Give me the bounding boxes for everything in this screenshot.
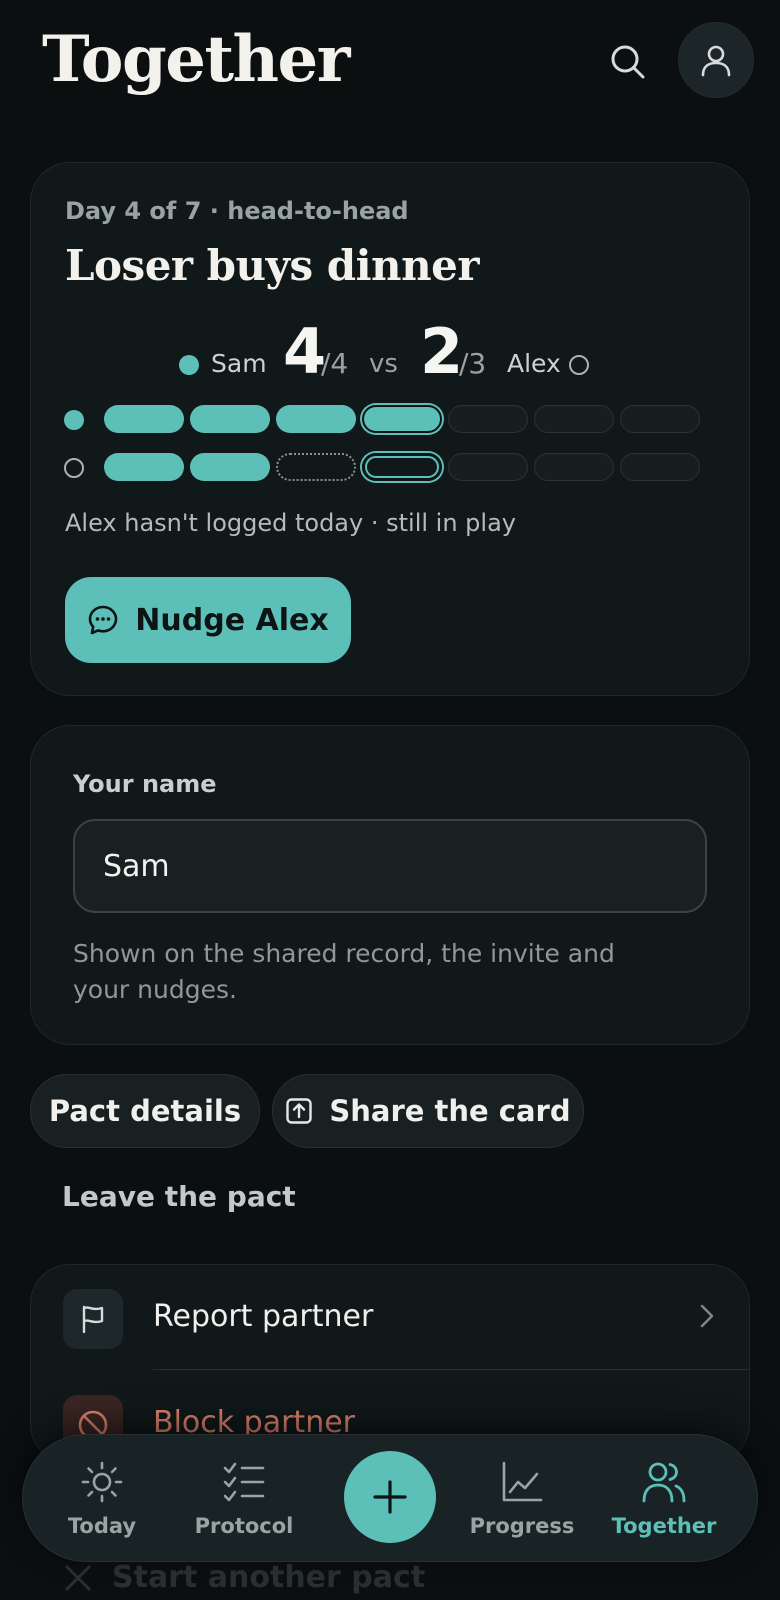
name-label: Your name — [73, 770, 217, 798]
profile-button[interactable] — [678, 22, 754, 98]
day-segment — [276, 405, 356, 433]
day-segment — [448, 405, 528, 433]
chart-icon — [502, 1461, 543, 1502]
player2-dot — [569, 355, 589, 375]
day-segment — [276, 453, 356, 481]
day-segment — [534, 405, 614, 433]
nudge-button[interactable]: Nudge Alex — [65, 577, 351, 663]
pact-meta: Day 4 of 7 · head-to-head — [65, 197, 409, 225]
pact-details-button[interactable]: Pact details — [30, 1074, 260, 1148]
user-icon — [701, 45, 731, 77]
tab-protocol[interactable]: Protocol — [169, 1435, 319, 1563]
player1-track-dot — [64, 410, 84, 430]
pact-title: Loser buys dinner — [65, 241, 479, 290]
player2-possible: /3 — [459, 347, 487, 380]
tab-progress[interactable]: Progress — [447, 1435, 597, 1563]
sun-icon — [81, 1461, 123, 1503]
share-icon — [286, 1098, 313, 1124]
tab-today[interactable]: Today — [27, 1435, 177, 1563]
player2-score: 2 — [420, 315, 464, 388]
tab-today-label: Today — [67, 1514, 137, 1538]
pact-status: Alex hasn't logged today · still in play — [65, 509, 516, 537]
crossed-swords-icon — [64, 1564, 92, 1591]
tab-protocol-label: Protocol — [194, 1514, 294, 1538]
vs-label: vs — [369, 349, 398, 379]
share-card-button[interactable]: Share the card — [272, 1074, 584, 1148]
start-another-pact-row[interactable]: Start another pact — [62, 1560, 425, 1595]
chevron-right-icon — [700, 1304, 714, 1328]
player2-name: Alex — [507, 349, 561, 378]
day-segment — [104, 405, 184, 433]
pact-details-label: Pact details — [48, 1094, 242, 1128]
player1-possible: /4 — [321, 347, 349, 380]
player2-track — [31, 453, 751, 483]
scoreboard: Sam 4 /4 vs 2 /3 Alex — [31, 313, 751, 393]
people-icon — [642, 1462, 686, 1503]
leave-pact-link[interactable]: Leave the pact — [62, 1180, 296, 1213]
report-partner-label: Report partner — [153, 1299, 374, 1334]
tab-together-label: Together — [611, 1514, 717, 1538]
name-card: Your name Shown on the shared record, th… — [30, 725, 750, 1045]
player2-track-dot — [64, 458, 84, 478]
search-icon — [611, 45, 645, 79]
app-title: Together — [42, 22, 350, 97]
player1-score: 4 — [283, 315, 327, 388]
day-segment — [190, 453, 270, 481]
chat-bubble-icon — [88, 605, 118, 635]
nudge-label: Nudge Alex — [135, 602, 329, 638]
tab-together[interactable]: Together — [589, 1435, 739, 1563]
day-segment — [620, 405, 700, 433]
day-segment — [190, 405, 270, 433]
search-button[interactable] — [604, 38, 652, 86]
tab-progress-label: Progress — [469, 1514, 575, 1538]
pact-card: Day 4 of 7 · head-to-head Loser buys din… — [30, 162, 750, 696]
day-segment — [104, 453, 184, 481]
player1-track — [31, 405, 751, 435]
day-segment — [620, 453, 700, 481]
flag-icon — [63, 1289, 123, 1349]
day-segment — [362, 405, 442, 433]
add-button[interactable] — [344, 1451, 436, 1543]
player1-dot — [179, 355, 199, 375]
share-card-label: Share the card — [329, 1094, 571, 1128]
bottom-tab-bar: Today Protocol Progress Together — [22, 1434, 758, 1562]
day-segment — [448, 453, 528, 481]
divider — [153, 1369, 749, 1370]
name-help-text: Shown on the shared record, the invite a… — [73, 939, 615, 1004]
name-input[interactable] — [73, 819, 707, 913]
player1-name: Sam — [211, 349, 267, 378]
day-segment — [534, 453, 614, 481]
checklist-icon — [223, 1462, 265, 1502]
start-another-pact-label: Start another pact — [112, 1560, 426, 1595]
plus-icon — [373, 1480, 407, 1514]
day-segment — [362, 453, 442, 481]
report-partner-row[interactable]: Report partner — [31, 1265, 749, 1370]
